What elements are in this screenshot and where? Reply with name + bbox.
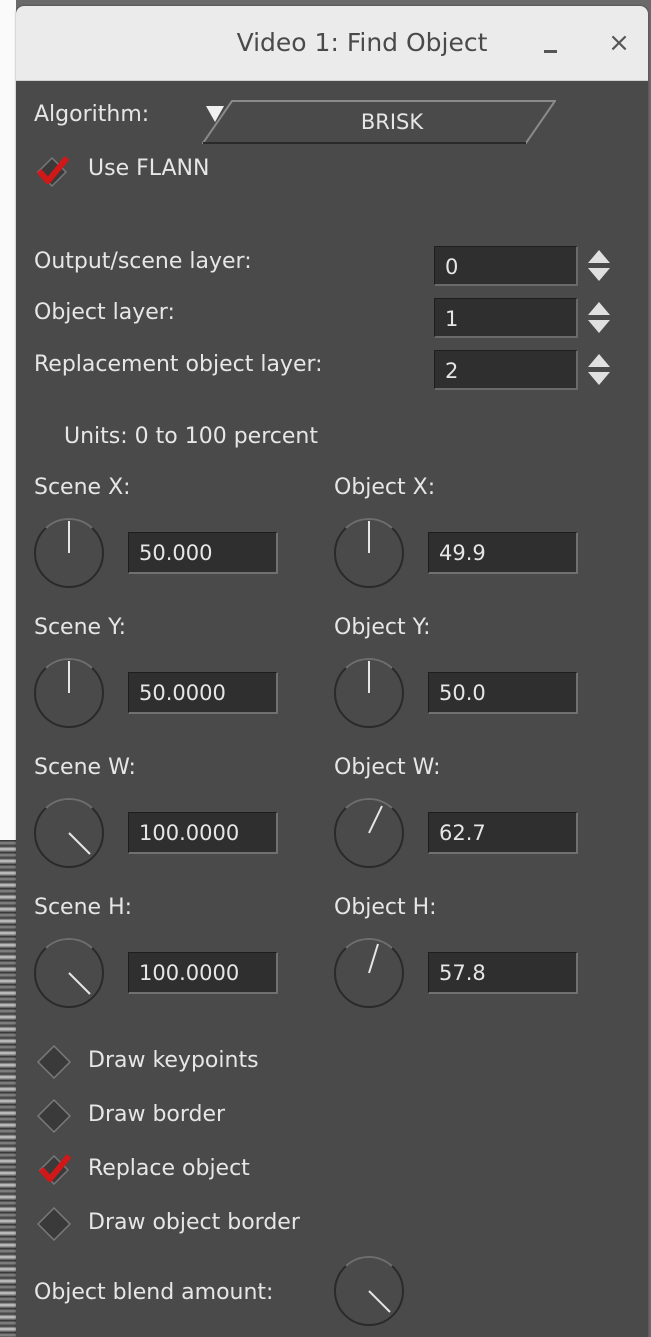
replace-object-checkbox[interactable] bbox=[36, 1152, 72, 1188]
replacement-object-layer-input[interactable]: 2 bbox=[434, 350, 578, 390]
object-layer-label: Object layer: bbox=[34, 300, 175, 325]
chevron-down-icon bbox=[206, 106, 224, 122]
spin-up-icon[interactable] bbox=[588, 250, 610, 263]
knob-dial-icon bbox=[334, 518, 404, 588]
scene-w-knob[interactable] bbox=[32, 796, 106, 870]
object-y-label: Object Y: bbox=[334, 615, 431, 640]
draw-keypoints-label: Draw keypoints bbox=[88, 1048, 259, 1073]
scene-w-label: Scene W: bbox=[34, 755, 136, 780]
object-h-knob[interactable] bbox=[332, 936, 406, 1010]
object-w-knob[interactable] bbox=[332, 796, 406, 870]
object-x-label: Object X: bbox=[334, 475, 436, 500]
algorithm-selected-value: BRISK bbox=[360, 110, 424, 134]
replacement-object-layer-stepper[interactable] bbox=[586, 350, 610, 390]
object-x-knob[interactable] bbox=[332, 516, 406, 590]
diamond-checkbox-icon bbox=[36, 1044, 72, 1080]
minimize-button[interactable] bbox=[536, 28, 566, 58]
scene-y-label: Scene Y: bbox=[34, 615, 126, 640]
scene-h-value[interactable]: 100.0000 bbox=[128, 952, 278, 994]
spin-up-icon[interactable] bbox=[588, 302, 610, 315]
algorithm-select[interactable]: BRISK bbox=[202, 100, 556, 144]
object-w-label: Object W: bbox=[334, 755, 441, 780]
find-object-window: Video 1: Find Object × Algorithm: BRISK … bbox=[16, 6, 648, 1337]
knob-dial-icon bbox=[334, 1256, 404, 1326]
spin-up-icon[interactable] bbox=[588, 354, 610, 367]
checkmark-icon bbox=[36, 156, 70, 188]
output-scene-layer-label: Output/scene layer: bbox=[34, 249, 252, 274]
object-h-label: Object H: bbox=[334, 895, 437, 920]
draw-object-border-label: Draw object border bbox=[88, 1210, 300, 1235]
knob-dial-icon bbox=[34, 938, 104, 1008]
object-blend-amount-label: Object blend amount: bbox=[34, 1280, 274, 1305]
checkmark-icon bbox=[38, 1154, 72, 1186]
object-layer-input[interactable]: 1 bbox=[434, 298, 578, 338]
spin-down-icon[interactable] bbox=[588, 320, 610, 333]
title-bar[interactable]: Video 1: Find Object × bbox=[16, 6, 648, 81]
scene-h-label: Scene H: bbox=[34, 895, 133, 920]
units-note: Units: 0 to 100 percent bbox=[64, 424, 318, 449]
algorithm-label: Algorithm: bbox=[34, 102, 150, 127]
scene-y-value[interactable]: 50.0000 bbox=[128, 672, 278, 714]
replace-object-label: Replace object bbox=[88, 1156, 250, 1181]
diamond-checkbox-icon bbox=[36, 1098, 72, 1134]
scene-x-knob[interactable] bbox=[32, 516, 106, 590]
close-button[interactable]: × bbox=[604, 28, 634, 58]
object-x-value[interactable]: 49.9 bbox=[428, 532, 578, 574]
draw-object-border-checkbox[interactable] bbox=[36, 1206, 72, 1242]
object-layer-stepper[interactable] bbox=[586, 298, 610, 338]
knob-dial-icon bbox=[334, 798, 404, 868]
output-scene-layer-stepper[interactable] bbox=[586, 246, 610, 286]
knob-dial-icon bbox=[34, 658, 104, 728]
scene-w-value[interactable]: 100.0000 bbox=[128, 812, 278, 854]
use-flann-label: Use FLANN bbox=[88, 156, 210, 181]
spin-down-icon[interactable] bbox=[588, 372, 610, 385]
knob-dial-icon bbox=[334, 658, 404, 728]
output-scene-layer-input[interactable]: 0 bbox=[434, 246, 578, 286]
background-photo-strip bbox=[0, 840, 16, 1337]
replacement-object-layer-label: Replacement object layer: bbox=[34, 352, 323, 377]
knob-dial-icon bbox=[334, 938, 404, 1008]
object-blend-knob[interactable] bbox=[332, 1254, 406, 1328]
scene-h-knob[interactable] bbox=[32, 936, 106, 1010]
scene-y-knob[interactable] bbox=[32, 656, 106, 730]
object-y-knob[interactable] bbox=[332, 656, 406, 730]
spin-down-icon[interactable] bbox=[588, 268, 610, 281]
scene-x-value[interactable]: 50.000 bbox=[128, 532, 278, 574]
draw-keypoints-checkbox[interactable] bbox=[36, 1044, 72, 1080]
object-w-value[interactable]: 62.7 bbox=[428, 812, 578, 854]
knob-dial-icon bbox=[34, 798, 104, 868]
diamond-checkbox-icon bbox=[36, 1206, 72, 1242]
desktop-background bbox=[0, 0, 16, 840]
knob-dial-icon bbox=[34, 518, 104, 588]
use-flann-checkbox[interactable] bbox=[34, 154, 70, 190]
draw-border-checkbox[interactable] bbox=[36, 1098, 72, 1134]
scene-x-label: Scene X: bbox=[34, 475, 131, 500]
object-h-value[interactable]: 57.8 bbox=[428, 952, 578, 994]
draw-border-label: Draw border bbox=[88, 1102, 226, 1127]
object-y-value[interactable]: 50.0 bbox=[428, 672, 578, 714]
